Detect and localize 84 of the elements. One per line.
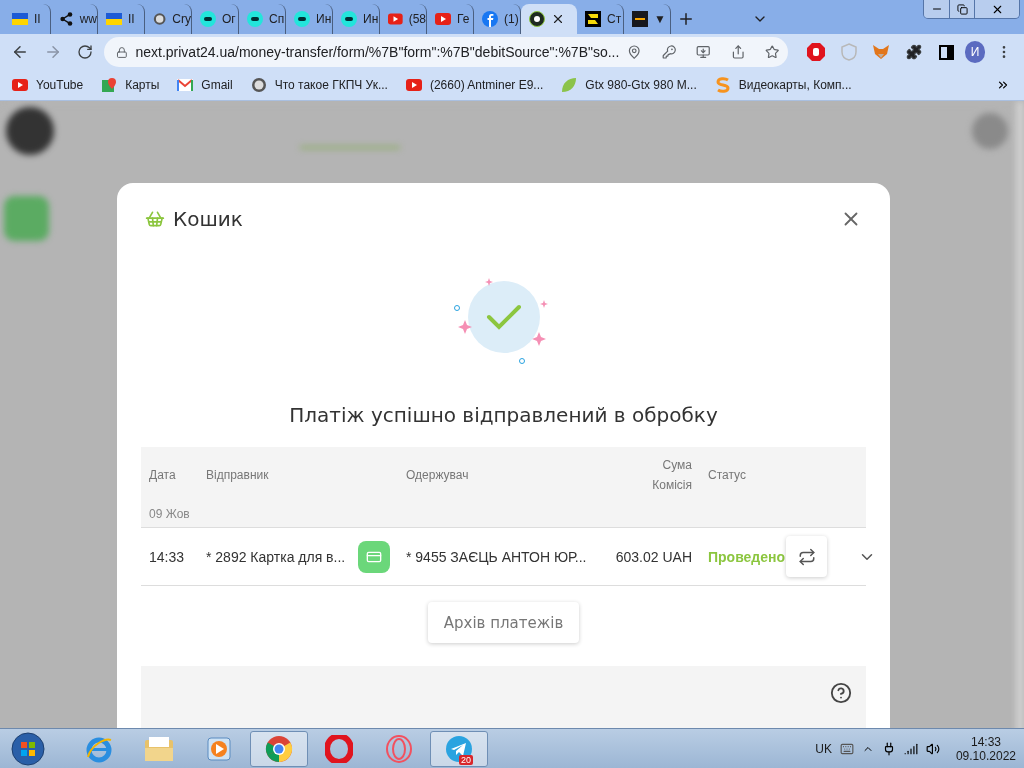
telegram-icon xyxy=(445,734,473,763)
unread-badge: 20 xyxy=(459,754,473,765)
map-pin-icon xyxy=(101,77,118,93)
bookmark-star-icon[interactable] xyxy=(765,44,780,60)
keyboard-icon[interactable] xyxy=(839,741,854,756)
mail-icon xyxy=(177,79,194,91)
new-tab-icon[interactable] xyxy=(677,10,695,28)
folder-icon xyxy=(144,735,174,762)
coin-icon xyxy=(153,11,167,27)
column-header: Статус xyxy=(708,467,747,484)
restore-icon xyxy=(956,3,968,15)
close-window-button[interactable] xyxy=(974,0,1019,18)
location-icon[interactable] xyxy=(627,44,642,60)
clock-date: 09.10.2022 xyxy=(955,748,1016,763)
time-cell-text: 14:33 xyxy=(149,548,186,565)
windows-logo-icon xyxy=(11,731,45,766)
stop-hand-extension-icon[interactable] xyxy=(806,43,825,61)
sender-cell-text: * 2892 Картка для в... xyxy=(206,548,347,565)
flag-icon xyxy=(106,13,122,25)
bookmark-link[interactable]: YouTube xyxy=(12,78,84,92)
bookmark-link[interactable]: Gtx 980-Gtx 980 M... xyxy=(561,77,697,93)
close-icon[interactable] xyxy=(551,12,565,26)
share-icon xyxy=(59,11,74,27)
restore-button[interactable] xyxy=(949,0,974,18)
olx-logo-icon xyxy=(341,11,357,27)
url-text: next.privat24.ua/money-transfer/form/%7B"form":%7B"debitSource":%7B"so... xyxy=(135,44,620,60)
taskbar-app[interactable] xyxy=(250,730,308,767)
olx-logo-icon xyxy=(294,11,310,27)
facebook-icon xyxy=(482,11,498,27)
opera-icon xyxy=(325,734,353,763)
play-icon xyxy=(388,13,403,25)
success-message: Платіж успішно відправлений в обробку xyxy=(288,403,719,427)
repeat-button[interactable] xyxy=(786,536,827,577)
amount-cell-text: 603.02 UAH xyxy=(614,548,692,565)
reload-icon[interactable] xyxy=(77,44,94,60)
bookmark-link[interactable]: Видеокарты, Комп... xyxy=(714,77,852,93)
volume-icon[interactable] xyxy=(925,741,940,756)
coin-icon xyxy=(250,77,267,93)
address-bar[interactable]: next.privat24.ua/money-transfer/form/%7B"form":%7B"debitSource":%7B"so... xyxy=(103,37,788,67)
minimize-button[interactable] xyxy=(924,0,949,18)
bookmark-link[interactable]: (2660) Antminer E9... xyxy=(405,78,544,92)
side-panel-icon[interactable] xyxy=(938,44,954,60)
play-icon xyxy=(435,13,451,25)
lock-icon xyxy=(115,45,128,59)
media-player-icon xyxy=(205,734,233,763)
help-icon[interactable] xyxy=(830,682,852,704)
column-header: Одержувач xyxy=(406,467,470,484)
bookmark-link[interactable]: Что такое ГКПЧ Ук... xyxy=(250,77,388,93)
play-icon xyxy=(12,79,28,91)
olx-logo-icon xyxy=(247,11,263,27)
archive-button[interactable]: Архів платежів xyxy=(427,602,580,643)
clock-time: 14:33 xyxy=(970,734,1001,749)
column-header: Дата xyxy=(149,467,177,484)
column-header: Комісія xyxy=(652,477,692,494)
status-text: Проведено xyxy=(708,548,786,565)
chrome-icon xyxy=(265,734,293,763)
olx-logo-icon xyxy=(200,11,216,27)
browser-tab[interactable] xyxy=(521,4,577,34)
more-bookmarks-icon[interactable] xyxy=(996,78,1010,92)
bybit-logo-icon xyxy=(632,11,648,27)
recipient-cell-text: * 9455 ЗАЄЦЬ АНТОН ЮР... xyxy=(406,548,588,565)
s-logo-icon xyxy=(714,77,731,93)
extensions-icon[interactable] xyxy=(905,44,922,60)
signal-icon[interactable] xyxy=(903,741,918,756)
date-group-label: 09 Жов xyxy=(149,507,191,521)
language-indicator[interactable]: UK xyxy=(815,741,832,756)
key-icon[interactable] xyxy=(661,44,677,60)
basket-icon xyxy=(145,209,165,229)
taskbar-app[interactable]: 20 xyxy=(430,730,488,767)
privat-logo-icon xyxy=(529,11,545,27)
share-icon[interactable] xyxy=(730,44,746,60)
bookmark-link[interactable]: Gmail xyxy=(177,78,233,92)
opera-icon xyxy=(385,734,413,763)
repeat-icon xyxy=(797,547,816,566)
dialog-title: Кошик xyxy=(173,207,243,231)
column-header: Сума xyxy=(662,457,692,474)
profile-avatar[interactable]: И xyxy=(964,41,986,63)
column-header: Відправник xyxy=(206,467,270,484)
square-logo-icon xyxy=(585,11,601,27)
play-icon xyxy=(405,79,422,91)
leaf-icon xyxy=(561,77,578,93)
install-icon[interactable] xyxy=(696,44,711,60)
flag-icon xyxy=(12,13,28,25)
bookmark-link[interactable]: Карты xyxy=(101,77,160,93)
